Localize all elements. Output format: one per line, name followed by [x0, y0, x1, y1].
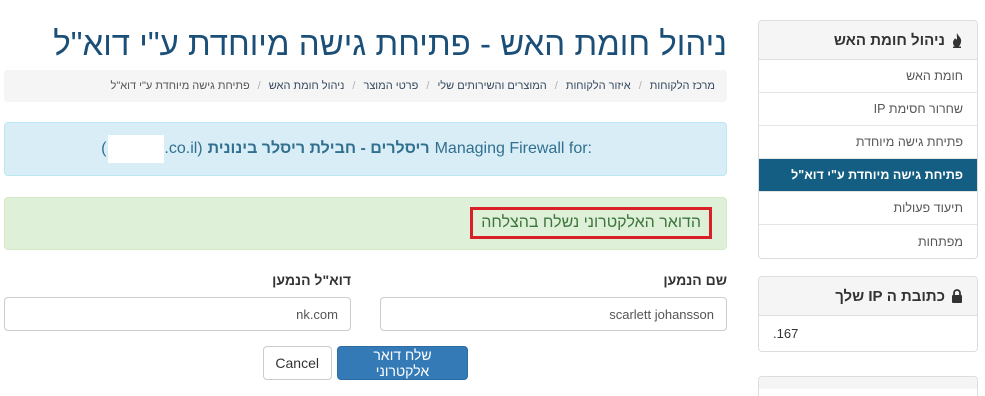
breadcrumb-separator: /: [257, 80, 261, 92]
fire-icon: [951, 32, 963, 48]
main-content: ניהול חומת האש - פתיחת גישה מיוחדת ע"י ד…: [4, 0, 727, 388]
success-alert: הדואר האלקטרוני נשלח בהצלחה: [4, 197, 727, 250]
breadcrumb-item-my-products[interactable]: המוצרים והשירותים שלי: [437, 80, 546, 92]
ip-panel-title: כתובת ה IP שלך: [835, 287, 945, 305]
ip-panel-heading: כתובת ה IP שלך: [759, 277, 977, 316]
info-prefix: Managing Firewall for:: [434, 140, 592, 157]
recipient-name-label: שם הנמען: [663, 272, 727, 288]
sidebar-item-activity-log[interactable]: תיעוד פעולות: [759, 192, 977, 225]
breadcrumb-separator: /: [352, 80, 356, 92]
next-panel-heading: [759, 377, 977, 389]
recipient-email-input[interactable]: [4, 297, 351, 331]
firewall-menu-panel: ניהול חומת האש חומת האש שחרור חסימת IP פ…: [758, 20, 978, 259]
redacted-domain: [108, 135, 165, 163]
cancel-button[interactable]: Cancel: [263, 346, 332, 380]
recipient-name-input[interactable]: [380, 297, 727, 331]
info-product-name: ריסלרים - חבילת ריסלר בינונית: [207, 140, 430, 157]
breadcrumb-item-firewall[interactable]: ניהול חומת האש: [269, 80, 345, 92]
ip-address-value: .167: [773, 326, 799, 341]
breadcrumb-item-product-details[interactable]: פרטי המוצר: [363, 80, 418, 92]
sidebar-item-special-access-email[interactable]: פתיחת גישה מיוחדת ע"י דוא"ל: [759, 159, 977, 192]
breadcrumb-item-current: פתיחת גישה מיוחדת ע"י דוא"ל: [110, 80, 250, 92]
sidebar-item-firewall[interactable]: חומת האש: [759, 60, 977, 93]
breadcrumb: מרכז הלקוחות / איזור הלקוחות / המוצרים ו…: [4, 70, 727, 102]
sidebar-item-unblock-ip[interactable]: שחרור חסימת IP: [759, 93, 977, 126]
lock-icon: [951, 289, 963, 303]
breadcrumb-separator: /: [638, 80, 642, 92]
sidebar-item-keys[interactable]: מפתחות: [759, 225, 977, 258]
ip-address-panel: כתובת ה IP שלך .167: [758, 276, 978, 352]
firewall-panel-title: ניהול חומת האש: [833, 31, 945, 49]
page-title: ניהול חומת האש - פתיחת גישה מיוחדת ע"י ד…: [53, 25, 727, 62]
success-message: הדואר האלקטרוני נשלח בהצלחה: [470, 207, 712, 239]
sidebar-item-special-access[interactable]: פתיחת גישה מיוחדת: [759, 126, 977, 159]
breadcrumb-separator: /: [426, 80, 430, 92]
breadcrumb-separator: /: [554, 80, 558, 92]
info-domain: (.co.il): [101, 135, 203, 163]
breadcrumb-item-client-center[interactable]: מרכז הלקוחות: [650, 80, 715, 92]
recipient-email-label: דוא"ל הנמען: [272, 272, 351, 288]
next-sidebar-panel: [758, 376, 978, 396]
breadcrumb-item-client-area[interactable]: איזור הלקוחות: [566, 80, 631, 92]
managing-info-alert: Managing Firewall for: ריסלרים - חבילת ר…: [4, 122, 727, 176]
send-email-button[interactable]: שלח דואר אלקטרוני: [337, 346, 468, 380]
firewall-panel-heading: ניהול חומת האש: [759, 21, 977, 60]
